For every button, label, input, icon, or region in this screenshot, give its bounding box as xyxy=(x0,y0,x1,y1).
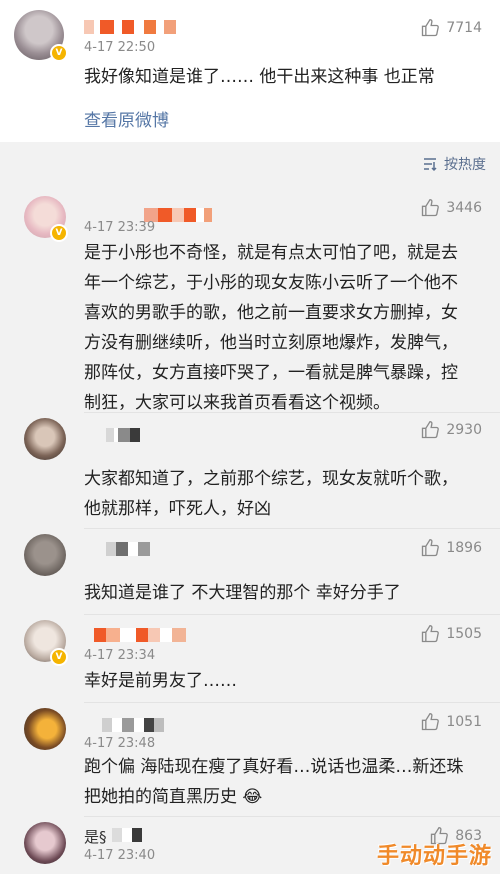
post-time: 4-17 22:50 xyxy=(84,40,156,55)
post-author-name-redacted[interactable] xyxy=(84,20,176,34)
sort-icon xyxy=(424,158,437,172)
divider xyxy=(84,816,500,817)
comment-like-count: 1896 xyxy=(446,540,482,556)
comment-like-count: 2930 xyxy=(446,422,482,438)
thumbs-up-icon xyxy=(422,18,440,37)
comment-like-button[interactable]: 3446 xyxy=(420,198,482,218)
comment-like-count: 1505 xyxy=(446,626,482,642)
sort-label: 按热度 xyxy=(444,157,486,173)
comment-time: 4-17 23:39 xyxy=(84,220,156,235)
commenter-name-redacted[interactable] xyxy=(94,628,186,642)
commenter-avatar[interactable] xyxy=(24,418,66,460)
divider xyxy=(84,614,500,615)
comment-like-button[interactable]: 1896 xyxy=(420,538,482,558)
thumbs-up-icon xyxy=(422,198,440,217)
comment-time: 4-17 23:34 xyxy=(84,648,156,663)
comment-text: 跑个偏 海陆现在瘦了真好看…说话也温柔…新还珠把她拍的简直黑历史 😂 xyxy=(84,757,464,807)
commenter-avatar[interactable] xyxy=(24,534,66,576)
thumbs-up-icon xyxy=(422,420,440,439)
divider xyxy=(84,528,500,529)
verified-badge-icon: V xyxy=(50,224,68,242)
comment-text: 幸好是前男友了…… xyxy=(84,671,237,691)
post-like-count: 7714 xyxy=(446,20,482,36)
thumbs-up-icon xyxy=(422,538,440,557)
post-text: 我好像知道是谁了…… 他干出来这种事 也正常 xyxy=(84,67,435,87)
commenter-name-redacted[interactable] xyxy=(112,828,142,842)
commenter-name-redacted[interactable] xyxy=(106,542,150,556)
verified-badge-icon: V xyxy=(50,648,68,666)
comment-like-count: 3446 xyxy=(446,200,482,216)
comment-like-button[interactable]: 2930 xyxy=(420,420,482,440)
commenter-name[interactable]: 是§ xyxy=(84,826,107,847)
divider xyxy=(84,412,500,413)
comment-like-count: 1051 xyxy=(446,714,482,730)
comment-text: 是于小彤也不奇怪，就是有点太可怕了吧，就是去年一个综艺，于小彤的现女友陈小云听了… xyxy=(84,243,458,413)
sort-by-heat-button[interactable]: 按热度 xyxy=(422,154,486,174)
divider xyxy=(84,702,500,703)
comment-text: 我知道是谁了 不大理智的那个 幸好分手了 xyxy=(84,583,401,603)
commenter-name-redacted[interactable] xyxy=(102,718,164,732)
thumbs-up-icon xyxy=(422,624,440,643)
commenter-avatar[interactable] xyxy=(24,822,66,864)
post-like-button[interactable]: 7714 xyxy=(420,18,482,38)
comment-text: 大家都知道了，之前那个综艺，现女友就听个歌，他就那样，吓死人，好凶 xyxy=(84,469,458,519)
comment-time: 4-17 23:40 xyxy=(84,848,156,863)
commenter-name-redacted[interactable] xyxy=(106,428,140,442)
verified-badge-icon: V xyxy=(50,44,68,62)
thumbs-up-icon xyxy=(422,712,440,731)
commenter-avatar[interactable] xyxy=(24,708,66,750)
site-watermark: 手动动手游 xyxy=(376,844,492,869)
comment-like-button[interactable]: 1505 xyxy=(420,624,482,644)
view-original-weibo-link[interactable]: 查看原微博 xyxy=(84,106,169,131)
comment-time: 4-17 23:48 xyxy=(84,736,156,751)
comment-like-button[interactable]: 1051 xyxy=(420,712,482,732)
